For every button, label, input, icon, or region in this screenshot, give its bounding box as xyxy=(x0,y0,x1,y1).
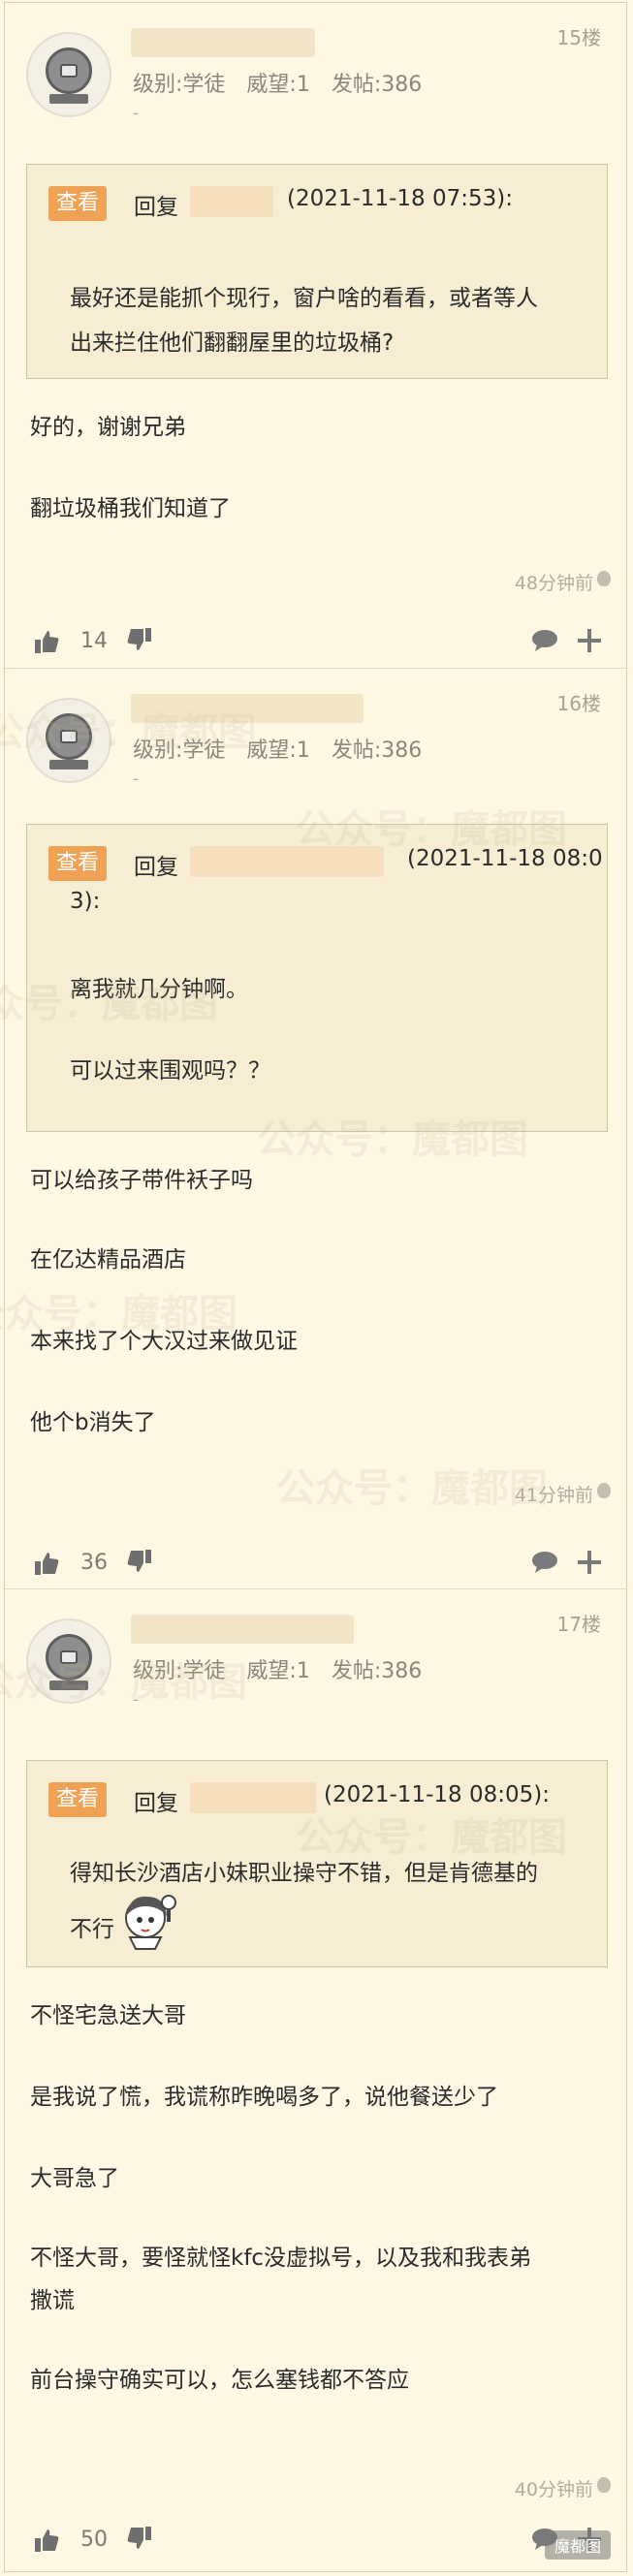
username-redacted[interactable] xyxy=(131,28,315,57)
avatar[interactable] xyxy=(26,1618,111,1704)
username-redacted[interactable] xyxy=(131,1615,354,1644)
plus-icon[interactable] xyxy=(576,1549,603,1576)
thumb-down-icon[interactable] xyxy=(127,627,152,652)
user-prestige: 威望:1 xyxy=(246,73,310,97)
user-posts: 发帖:386 xyxy=(331,1659,423,1683)
avatar[interactable] xyxy=(26,32,111,117)
quote-block: 查看 回复 (2021-11-18 08:05): 得知长沙酒店小妹职业操守不错… xyxy=(26,1760,608,1967)
post-time: 40分钟前 xyxy=(514,2479,593,2500)
user-level: 级别:学徒 xyxy=(133,738,226,763)
post-17: 17楼 级别:学徒 威望:1 发帖:386 - 查看 回复 (2021-11-18 … xyxy=(5,1588,626,2571)
quote-line: 离我就几分钟啊。 xyxy=(70,977,248,1002)
floor-number: 15楼 xyxy=(556,26,601,49)
user-prestige: 威望:1 xyxy=(246,1659,310,1683)
quoted-user-redacted xyxy=(190,186,273,217)
corner-watermark: 魔都图 xyxy=(544,2530,611,2560)
reply-label: 回复 xyxy=(134,195,178,220)
avatar[interactable] xyxy=(26,698,111,783)
post-text: 在亿达精品酒店 xyxy=(30,1247,186,1272)
post-actions: 50 xyxy=(5,2522,626,2566)
reply-label: 回复 xyxy=(134,855,178,880)
like-count: 36 xyxy=(80,1551,108,1575)
like-count: 14 xyxy=(80,629,108,653)
user-meta: 级别:学徒 威望:1 发帖:386 xyxy=(133,1653,443,1684)
user-meta: 级别:学徒 威望:1 发帖:386 xyxy=(133,67,443,98)
user-level: 级别:学徒 xyxy=(133,1659,226,1683)
apple-icon xyxy=(597,1483,611,1498)
quote-line: 得知长沙酒店小妹职业操守不错，但是肯德基的 xyxy=(70,1861,538,1886)
post-text: 不怪宅急送大哥 xyxy=(30,2003,186,2028)
signature-dash: - xyxy=(133,1690,139,1709)
user-posts: 发帖:386 xyxy=(331,73,423,97)
post-text: 他个b消失了 xyxy=(30,1410,156,1435)
diving-helmet-icon xyxy=(46,1634,92,1681)
thumb-down-icon[interactable] xyxy=(127,1549,152,1574)
quote-line: 出来拦住他们翻翻屋里的垃圾桶? xyxy=(70,330,395,356)
post-16: 16楼 级别:学徒 威望:1 发帖:386 - 查看 回复 (2021-11-18 … xyxy=(5,668,626,1585)
post-text: 大哥急了 xyxy=(30,2166,119,2191)
reply-label: 回复 xyxy=(134,1791,178,1816)
quoted-user-redacted xyxy=(190,846,384,877)
user-posts: 发帖:386 xyxy=(331,738,423,763)
post-text: 前台操守确实可以，怎么塞钱都不答应 xyxy=(30,2368,409,2393)
comment-icon[interactable] xyxy=(531,629,558,652)
floor-number: 17楼 xyxy=(556,1613,601,1636)
anime-girl-emoji-icon xyxy=(125,1895,176,1950)
username-redacted[interactable] xyxy=(131,694,364,723)
floor-number: 16楼 xyxy=(556,692,601,715)
quote-block: 查看 回复 (2021-11-18 08:0 3): 离我就几分钟啊。 可以过来… xyxy=(26,824,608,1132)
post-time: 41分钟前 xyxy=(514,1485,593,1506)
quoted-user-redacted xyxy=(190,1782,316,1813)
plus-icon[interactable] xyxy=(576,627,603,654)
comment-icon[interactable] xyxy=(531,1551,558,1574)
quote-time: (2021-11-18 07:53): xyxy=(287,186,513,211)
apple-icon xyxy=(597,2477,611,2493)
like-count: 50 xyxy=(80,2528,108,2552)
post-text: 撒谎 xyxy=(30,2288,75,2313)
quote-block: 查看 回复 (2021-11-18 07:53): 最好还是能抓个现行，窗户啥的… xyxy=(26,164,608,379)
diving-helmet-icon xyxy=(46,713,92,760)
thumb-down-icon[interactable] xyxy=(127,2526,152,2551)
thumb-up-icon[interactable] xyxy=(34,2528,59,2553)
post-text: 不怪大哥，要怪就怪kfc没虚拟号，以及我和我表弟 xyxy=(30,2246,532,2271)
user-prestige: 威望:1 xyxy=(246,738,310,763)
post-text: 好的，谢谢兄弟 xyxy=(30,415,186,440)
signature-dash: - xyxy=(133,104,139,122)
quote-time-cont: 3): xyxy=(70,889,101,914)
quote-line: 最好还是能抓个现行，窗户啥的看看，或者等人 xyxy=(70,286,538,311)
post-text: 本来找了个大汉过来做见证 xyxy=(30,1329,298,1354)
user-level: 级别:学徒 xyxy=(133,73,226,97)
post-15: 15楼 级别:学徒 威望:1 发帖:386 - 查看 回复 (2021-11-18 … xyxy=(5,3,626,662)
post-text: 是我说了慌，我谎称昨晚喝多了，说他餐送少了 xyxy=(30,2085,498,2110)
post-actions: 36 xyxy=(5,1545,626,1589)
post-text: 可以给孩子带件袄子吗 xyxy=(30,1168,253,1193)
view-badge[interactable]: 查看 xyxy=(48,1782,108,1817)
diving-helmet-icon xyxy=(46,47,92,94)
post-text: 翻垃圾桶我们知道了 xyxy=(30,496,231,521)
post-time: 48分钟前 xyxy=(514,573,593,594)
thread-frame: 15楼 级别:学徒 威望:1 发帖:386 - 查看 回复 (2021-11-18 … xyxy=(0,2,627,2572)
apple-icon xyxy=(597,571,611,586)
post-actions: 14 xyxy=(5,623,626,668)
thumb-up-icon[interactable] xyxy=(34,629,59,654)
signature-dash: - xyxy=(133,770,139,788)
view-badge[interactable]: 查看 xyxy=(48,186,108,221)
quote-line: 可以过来围观吗？？ xyxy=(70,1058,270,1084)
user-meta: 级别:学徒 威望:1 发帖:386 xyxy=(133,733,443,764)
quote-line: 不行 xyxy=(70,1917,114,1942)
view-badge[interactable]: 查看 xyxy=(48,846,108,881)
quote-time: (2021-11-18 08:05): xyxy=(324,1782,550,1807)
thumb-up-icon[interactable] xyxy=(34,1551,59,1576)
quote-time: (2021-11-18 08:0 xyxy=(407,846,603,871)
